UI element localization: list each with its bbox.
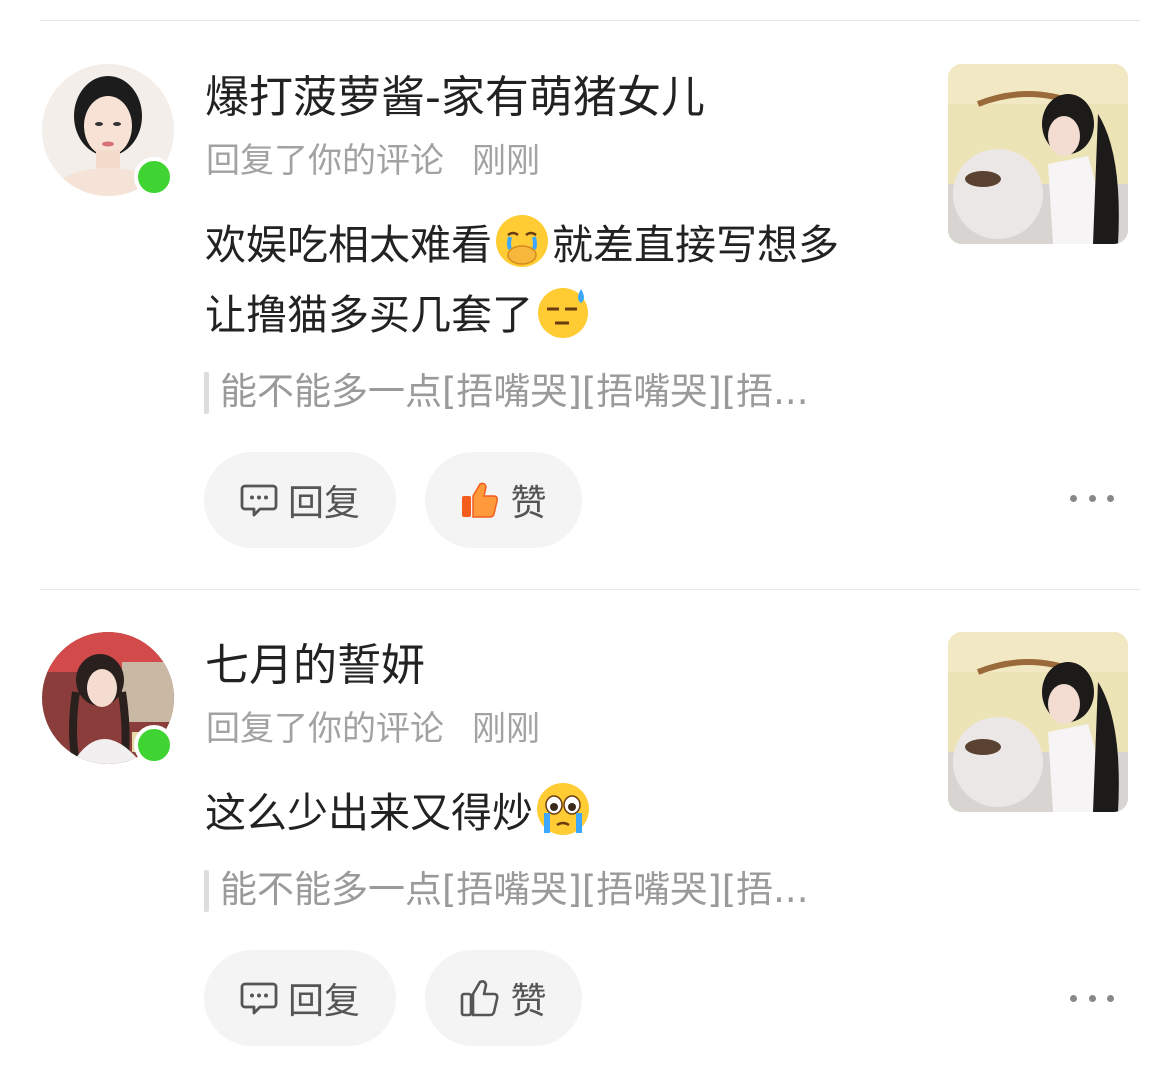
like-button[interactable]: 赞	[425, 452, 582, 548]
teary-eyed-emoji-icon	[537, 783, 589, 835]
username[interactable]: 爆打菠萝酱-家有萌猪女儿	[205, 70, 705, 126]
comment-bubble-icon	[240, 484, 278, 517]
reply-button[interactable]: 回复	[204, 452, 396, 548]
sweat-face-emoji-icon	[538, 288, 588, 338]
reply-button[interactable]: 回复	[204, 950, 396, 1046]
dot-icon	[1088, 494, 1096, 502]
online-status-dot	[134, 725, 174, 765]
top-divider	[40, 20, 1140, 21]
dot-icon	[1107, 994, 1114, 1002]
quoted-comment[interactable]: 能不能多一点[捂嘴哭][捂嘴哭][捂...	[204, 866, 808, 914]
comment-text-part: 让撸猫多买几套了	[205, 291, 533, 339]
more-options-button[interactable]	[1070, 478, 1114, 518]
comment-text: 欢娱吃相太难看 就差直接写想多 让撸猫多买几套了	[205, 210, 905, 350]
dot-icon	[1070, 994, 1077, 1002]
online-status-dot	[134, 157, 174, 197]
comment-bubble-icon	[240, 982, 278, 1015]
reply-label: 回复	[287, 483, 360, 524]
like-button[interactable]: 赞	[425, 950, 582, 1046]
more-options-button[interactable]	[1070, 978, 1114, 1018]
timestamp: 刚刚	[472, 709, 540, 749]
comment-text-part: 欢娱吃相太难看	[205, 221, 492, 269]
action-text: 回复了你的评论	[206, 709, 444, 749]
action-text: 回复了你的评论	[206, 141, 444, 181]
comment-divider	[40, 589, 1140, 590]
thumbs-up-filled-icon	[462, 482, 499, 518]
original-post-thumbnail[interactable]	[948, 632, 1128, 812]
reply-label: 回复	[287, 981, 360, 1022]
thumbs-up-outline-icon	[461, 980, 499, 1017]
comment-text-part: 这么少出来又得炒	[205, 789, 533, 837]
like-label: 赞	[510, 483, 547, 524]
dot-icon	[1088, 994, 1096, 1002]
username[interactable]: 七月的誓妍	[205, 638, 425, 694]
comment-text-part: 就差直接写想多	[552, 221, 839, 269]
dot-icon	[1107, 494, 1114, 502]
comment-meta: 回复了你的评论 刚刚	[206, 138, 540, 184]
comment-meta: 回复了你的评论 刚刚	[206, 706, 540, 752]
original-post-thumbnail[interactable]	[948, 64, 1128, 244]
comment-text: 这么少出来又得炒	[205, 778, 905, 848]
like-label: 赞	[510, 981, 547, 1022]
timestamp: 刚刚	[472, 141, 540, 181]
quoted-comment[interactable]: 能不能多一点[捂嘴哭][捂嘴哭][捂...	[204, 368, 808, 416]
cover-mouth-crying-emoji-icon	[496, 215, 548, 267]
dot-icon	[1070, 494, 1077, 502]
